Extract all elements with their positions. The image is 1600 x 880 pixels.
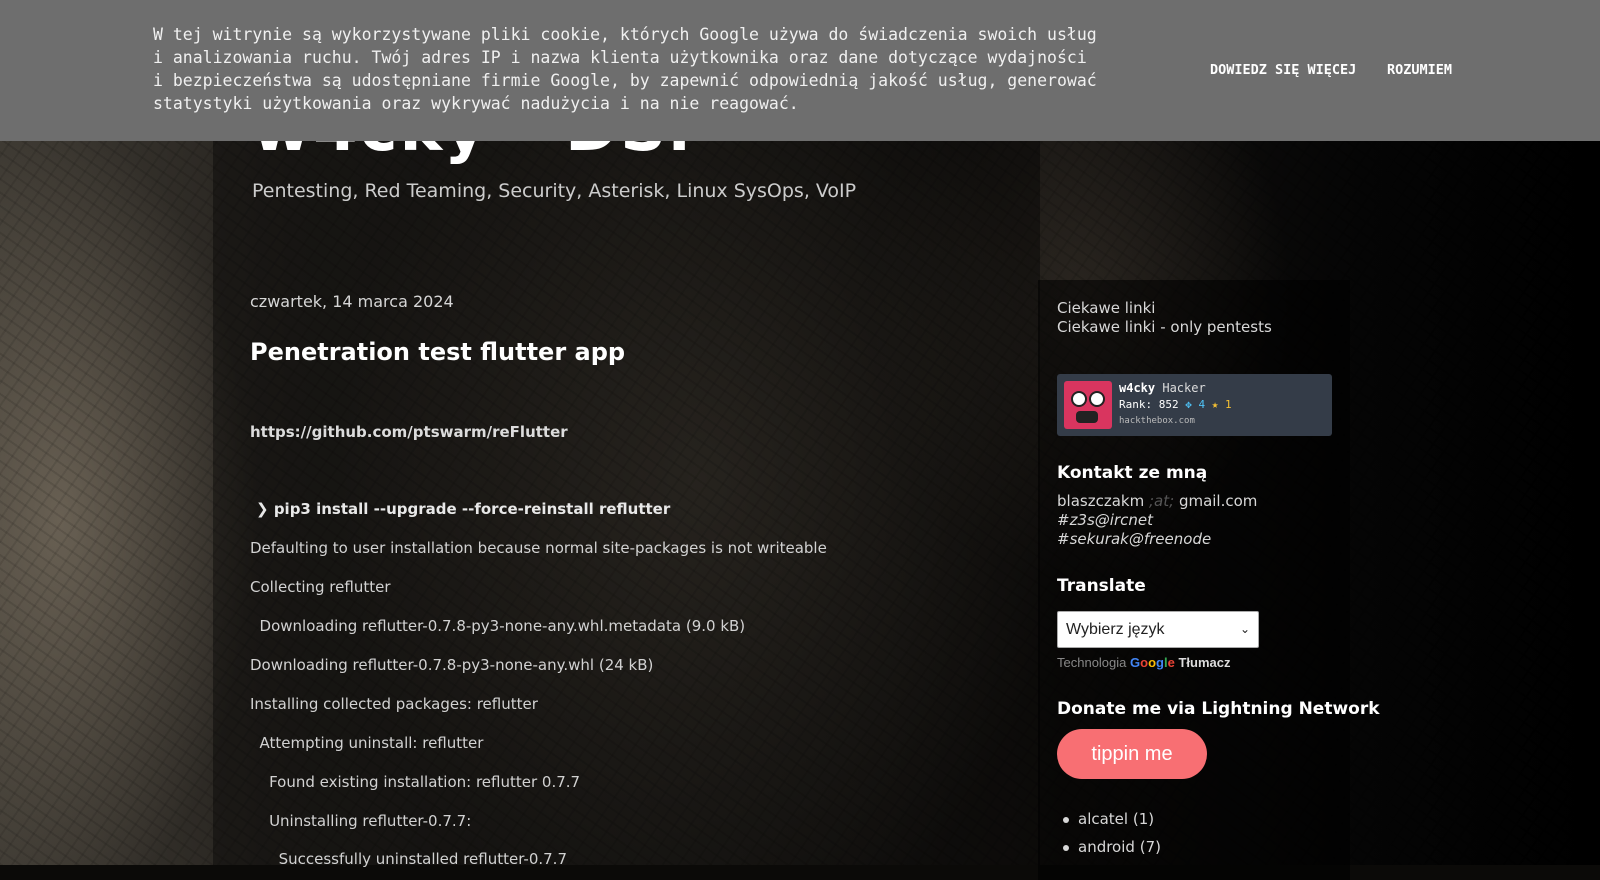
blog-description: Pentesting, Red Teaming, Security, Aster…	[252, 180, 857, 202]
avatar	[1064, 381, 1112, 429]
post-command: pip3 install --upgrade --force-reinstall…	[273, 500, 671, 518]
label-link[interactable]: alcatel	[1078, 810, 1128, 828]
email-at: ;at;	[1148, 492, 1175, 510]
bullet-icon	[1063, 816, 1069, 823]
label-item: android (7)	[1063, 838, 1161, 856]
cookie-message-line: i bezpieczeństwa są udostępniane firmie …	[153, 71, 1097, 90]
hackthebox-badge[interactable]: w4cky Hacker Rank: 852 ✥ 4 ★ 1 hackthebo…	[1057, 374, 1332, 436]
avatar-eye	[1071, 391, 1087, 407]
post-output-line: Downloading reflutter-0.7.8-py3-none-any…	[250, 617, 746, 635]
post-date: czwartek, 14 marca 2024	[250, 292, 454, 311]
post-output-line: Attempting uninstall: reflutter	[250, 734, 484, 752]
htb-stars: 1	[1224, 398, 1232, 411]
avatar-mouth	[1076, 411, 1098, 423]
tippin-me-button[interactable]: tippin me	[1057, 729, 1207, 779]
post-output-line: Collecting reflutter	[250, 578, 391, 596]
cookie-message-line: statystyki użytkowania oraz wykrywać nad…	[153, 94, 799, 113]
htb-rank-line: Rank: 852 ✥ 4 ★ 1	[1119, 398, 1232, 411]
post-github-link[interactable]: https://github.com/ptswarm/reFlutter	[250, 423, 568, 441]
label-link[interactable]: android	[1078, 838, 1135, 856]
cookie-message-line: i analizowania ruchu. Twój adres IP i na…	[153, 48, 1087, 67]
avatar-eye	[1089, 391, 1105, 407]
powered-prefix: Technologia	[1057, 655, 1127, 670]
irc-channel: #sekurak@freenode	[1057, 530, 1212, 548]
donate-heading: Donate me via Lightning Network	[1057, 699, 1380, 719]
email-user: blaszczakm	[1057, 492, 1145, 510]
htb-username: w4cky	[1119, 381, 1156, 395]
contact-heading: Kontakt ze mną	[1057, 463, 1208, 483]
post-title[interactable]: Penetration test flutter app	[250, 338, 625, 366]
accept-cookies-button[interactable]: Rozumiem	[1387, 62, 1452, 78]
email-domain: gmail.com	[1178, 492, 1258, 510]
htb-username-line: w4cky Hacker	[1119, 381, 1206, 395]
contact-irc-2: #sekurak@freenode	[1057, 530, 1211, 548]
language-select[interactable]: Wybierz język ⌄	[1057, 611, 1259, 648]
label-count: (7)	[1139, 838, 1161, 856]
translate-link[interactable]: Tłumacz	[1178, 655, 1230, 670]
contact-irc-1: #z3s@ircnet	[1057, 511, 1153, 529]
post-output-line: Uninstalling reflutter-0.7.7:	[250, 812, 472, 830]
post-output-line: Installing collected packages: reflutter	[250, 695, 538, 713]
htb-rank: Rank: 852	[1119, 398, 1179, 411]
sidebar-link-only-pentests[interactable]: Ciekawe linki - only pentests	[1057, 318, 1272, 336]
powered-by-google: Technologia Google Tłumacz	[1057, 655, 1231, 670]
irc-channel: #z3s@ircnet	[1057, 511, 1153, 529]
translate-heading: Translate	[1057, 576, 1146, 596]
post-output-line: Defaulting to user installation because …	[250, 539, 827, 557]
htb-role: Hacker	[1162, 381, 1206, 395]
cookie-message: W tej witrynie są wykorzystywane pliki c…	[153, 23, 1113, 115]
htb-site: hackthebox.com	[1119, 416, 1195, 426]
respect-icon: ✥	[1185, 398, 1192, 411]
contact-email: blaszczakm ;at; gmail.com	[1057, 492, 1257, 510]
bullet-icon	[1063, 844, 1069, 851]
post-output-line: Found existing installation: reflutter 0…	[250, 773, 581, 791]
prompt-icon: ❯	[256, 500, 269, 518]
label-count: (1)	[1132, 810, 1155, 828]
htb-respect: 4	[1198, 398, 1206, 411]
post-output-line: Downloading reflutter-0.7.8-py3-none-any…	[250, 656, 654, 674]
language-select-value: Wybierz język	[1066, 621, 1165, 638]
google-logo: Google	[1130, 655, 1175, 670]
post-output-line: Successfully uninstalled reflutter-0.7.7	[250, 850, 567, 868]
star-icon: ★	[1211, 398, 1219, 411]
sidebar-link-ciekawe-linki[interactable]: Ciekawe linki	[1057, 299, 1155, 317]
learn-more-link[interactable]: Dowiedz się więcej	[1210, 62, 1356, 78]
label-item: alcatel (1)	[1063, 810, 1154, 828]
cookie-consent-bar: W tej witrynie są wykorzystywane pliki c…	[0, 0, 1600, 141]
cookie-message-line: W tej witrynie są wykorzystywane pliki c…	[153, 25, 1097, 44]
chevron-down-icon: ⌄	[1239, 622, 1250, 636]
post-command-line: ❯ pip3 install --upgrade --force-reinsta…	[256, 500, 670, 518]
